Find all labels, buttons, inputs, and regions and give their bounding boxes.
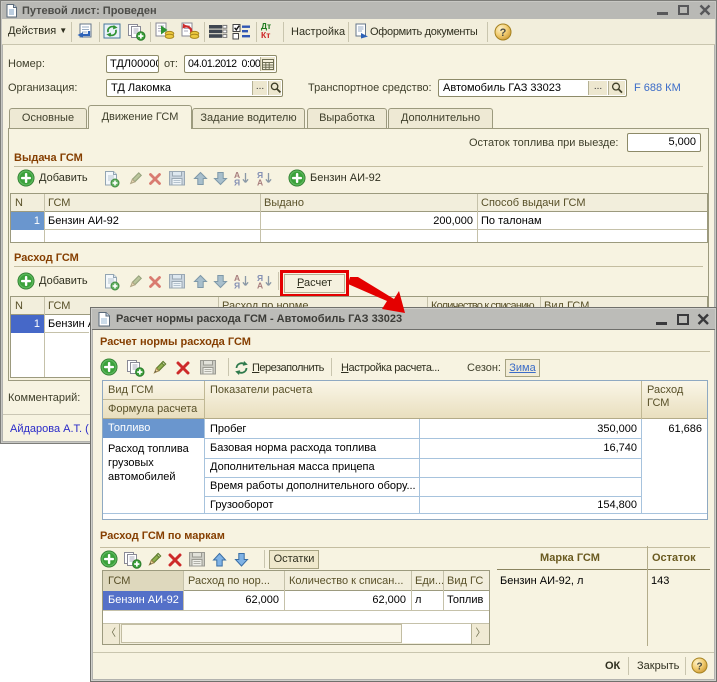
svg-text:А: А <box>257 281 263 290</box>
svg-text:А: А <box>257 178 263 187</box>
svg-text:?: ? <box>500 27 507 39</box>
svg-text:Я: Я <box>234 281 240 290</box>
svg-text:Я: Я <box>234 178 240 187</box>
svg-text:?: ? <box>696 662 702 673</box>
